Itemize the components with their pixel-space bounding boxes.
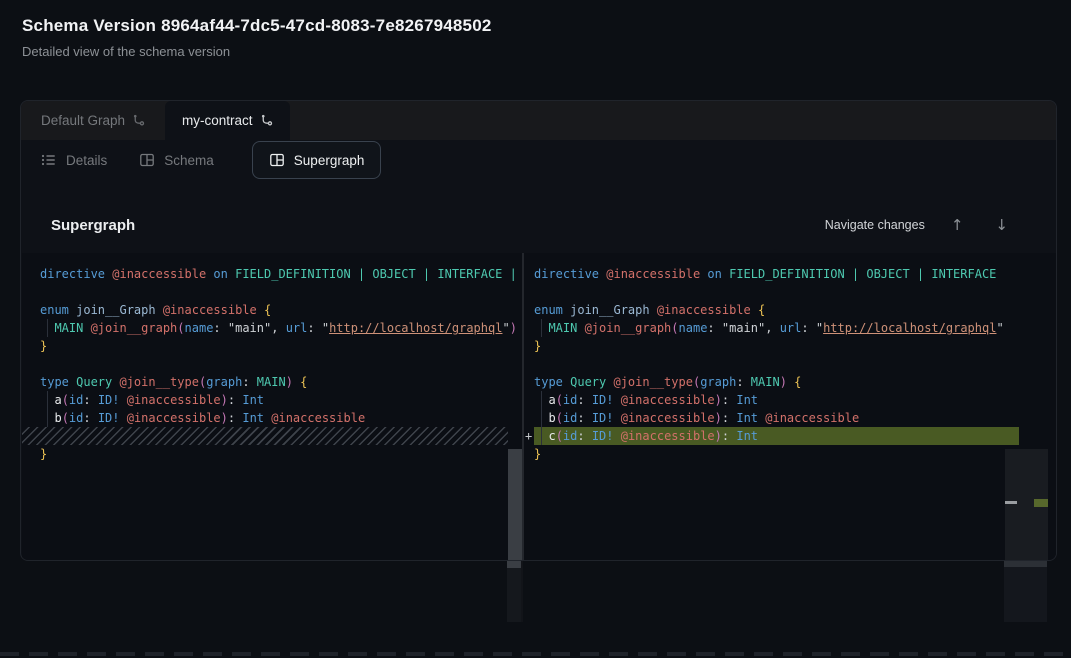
navigate-changes: Navigate changes ↑ ↓	[825, 214, 1014, 236]
diff-pane-original[interactable]: directive @inaccessible on FIELD_DEFINIT…	[22, 253, 522, 561]
list-icon	[41, 152, 57, 168]
code-row: }	[524, 337, 1005, 355]
overview-ruler-added-mark	[1034, 499, 1048, 507]
next-change-button[interactable]: ↓	[989, 214, 1014, 236]
code-row: a(id: ID! @inaccessible): Int	[22, 391, 522, 409]
diff-filler-row	[22, 427, 508, 445]
split-view-icon	[269, 152, 285, 168]
code-row: enum join__Graph @inaccessible {	[22, 301, 522, 319]
minimap[interactable]	[1005, 253, 1057, 561]
navigate-changes-label: Navigate changes	[825, 218, 925, 232]
code-row: enum join__Graph @inaccessible {	[524, 301, 1005, 319]
code-row: }	[22, 445, 522, 463]
indent-guide	[541, 319, 542, 337]
page-title: Schema Version 8964af44-7dc5-47cd-8083-7…	[22, 16, 492, 36]
diff-added-row: c(id: ID! @inaccessible): Int+	[524, 427, 1019, 445]
indent-guide	[47, 319, 48, 337]
code-row: MAIN @join__graph(name: "main", url: "ht…	[22, 319, 522, 337]
minimap-overflow-strip	[1004, 561, 1047, 622]
code-row: b(id: ID! @inaccessible): Int @inaccessi…	[524, 409, 1005, 427]
section-title: Supergraph	[51, 217, 135, 234]
diff-editor[interactable]: directive @inaccessible on FIELD_DEFINIT…	[22, 253, 1057, 561]
tab-default-graph-label: Default Graph	[41, 113, 125, 128]
scrollbar-overflow-strip	[507, 561, 521, 622]
indent-guide	[541, 427, 542, 445]
scrollbar-thumb[interactable]	[508, 449, 522, 561]
code-row: }	[524, 445, 1005, 463]
subtab-schema-label: Schema	[164, 153, 214, 168]
fork-icon	[260, 114, 273, 127]
minimap-position-mark	[1005, 501, 1017, 504]
code-row	[524, 355, 1005, 373]
code-row	[22, 355, 522, 373]
code-row: directive @inaccessible on FIELD_DEFINIT…	[22, 265, 522, 283]
page-subtitle: Detailed view of the schema version	[22, 44, 230, 59]
code-row: type Query @join__type(graph: MAIN) {	[22, 373, 522, 391]
tab-default-graph[interactable]: Default Graph	[21, 101, 165, 140]
indent-guide	[541, 391, 542, 409]
subtab-schema[interactable]: Schema	[135, 142, 218, 178]
section-header: Supergraph Navigate changes ↑ ↓	[51, 205, 1014, 245]
previous-change-button[interactable]: ↑	[945, 214, 970, 236]
code-row: b(id: ID! @inaccessible): Int @inaccessi…	[22, 409, 522, 427]
fork-icon	[132, 114, 145, 127]
code-row: directive @inaccessible on FIELD_DEFINIT…	[524, 265, 1005, 283]
tab-my-contract-label: my-contract	[182, 113, 253, 128]
code-row	[524, 283, 1005, 301]
diff-pane-modified[interactable]: directive @inaccessible on FIELD_DEFINIT…	[524, 253, 1005, 561]
code-row: type Query @join__type(graph: MAIN) {	[524, 373, 1005, 391]
subtab-supergraph-label: Supergraph	[294, 153, 365, 168]
code-row: a(id: ID! @inaccessible): Int	[524, 391, 1005, 409]
code-row: }	[22, 337, 522, 355]
code-row	[22, 283, 522, 301]
view-tab-bar: Details Schema Supergraph	[21, 140, 1056, 180]
schema-version-card: Default Graph my-contract Details	[20, 100, 1057, 561]
subtab-details[interactable]: Details	[37, 142, 111, 178]
indent-guide	[47, 391, 48, 409]
indent-guide	[47, 409, 48, 427]
added-line-marker: +	[525, 427, 532, 445]
subtab-details-label: Details	[66, 153, 107, 168]
tab-my-contract[interactable]: my-contract	[165, 101, 290, 140]
code-row: MAIN @join__graph(name: "main", url: "ht…	[524, 319, 1005, 337]
bottom-dashed-edge	[0, 652, 1071, 656]
indent-guide	[541, 409, 542, 427]
subtab-supergraph[interactable]: Supergraph	[252, 141, 382, 179]
divider-overflow-strip	[521, 561, 523, 622]
graph-tab-bar: Default Graph my-contract	[21, 101, 1056, 140]
split-view-icon	[139, 152, 155, 168]
